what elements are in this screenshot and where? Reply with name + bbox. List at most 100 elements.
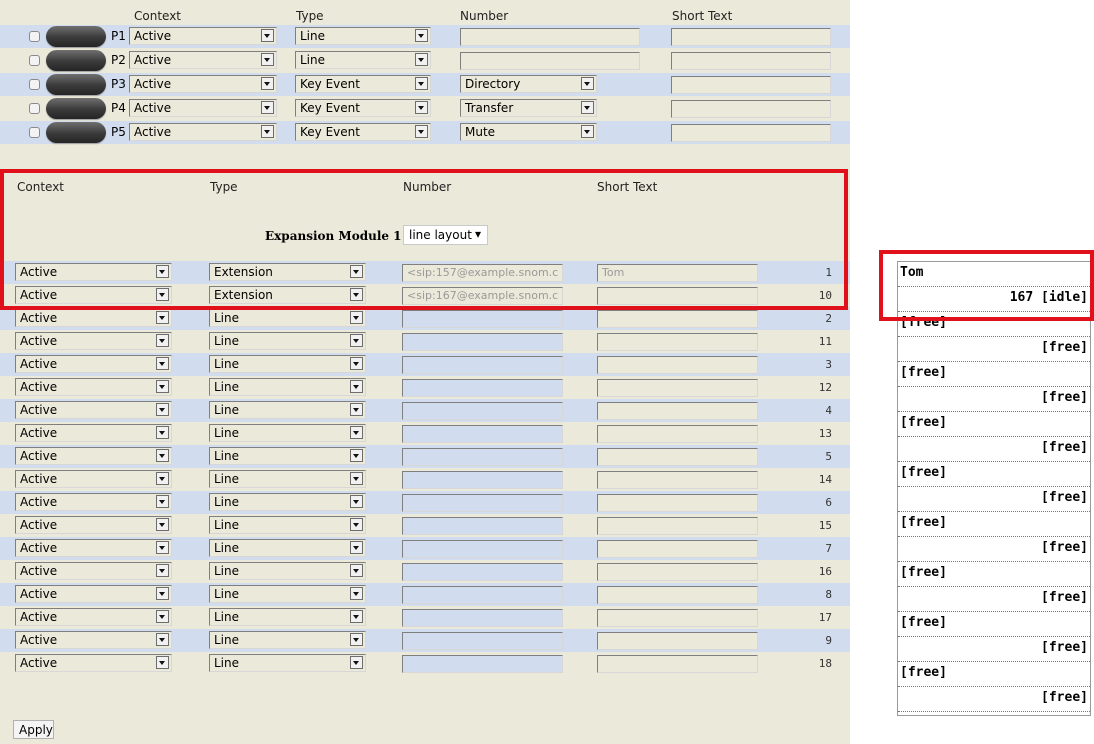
dropdown-arrow-icon[interactable]: [350, 564, 363, 577]
key-number-select[interactable]: Transfer: [460, 99, 597, 117]
dropdown-arrow-icon[interactable]: [350, 311, 363, 324]
key-context-select[interactable]: Active: [129, 75, 277, 93]
exp-context-select[interactable]: Active: [15, 332, 172, 350]
exp-type-select[interactable]: Line: [209, 470, 366, 488]
dropdown-arrow-icon[interactable]: [156, 380, 169, 393]
exp-type-select[interactable]: Line: [209, 631, 366, 649]
exp-short-text-field[interactable]: [597, 333, 758, 351]
dropdown-arrow-icon[interactable]: [261, 101, 274, 114]
exp-number-field[interactable]: [402, 517, 563, 535]
exp-type-select[interactable]: Line: [209, 309, 366, 327]
dropdown-arrow-icon[interactable]: [261, 125, 274, 138]
dropdown-arrow-icon[interactable]: [350, 403, 363, 416]
key-checkbox[interactable]: [29, 55, 40, 66]
exp-short-text-field[interactable]: [597, 517, 758, 535]
exp-number-field[interactable]: [402, 563, 563, 581]
dropdown-arrow-icon[interactable]: [156, 357, 169, 370]
exp-number-field[interactable]: [402, 471, 563, 489]
exp-type-select[interactable]: Line: [209, 355, 366, 373]
exp-short-text-field[interactable]: [597, 655, 758, 673]
key-checkbox[interactable]: [29, 127, 40, 138]
exp-type-select[interactable]: Line: [209, 332, 366, 350]
exp-short-text-field[interactable]: [597, 402, 758, 420]
exp-type-select[interactable]: Line: [209, 585, 366, 603]
key-short-text-field[interactable]: [671, 52, 831, 70]
exp-context-select[interactable]: Active: [15, 539, 172, 557]
dropdown-arrow-icon[interactable]: [350, 495, 363, 508]
dropdown-arrow-icon[interactable]: [156, 610, 169, 623]
exp-number-field[interactable]: [402, 379, 563, 397]
dropdown-arrow-icon[interactable]: [350, 610, 363, 623]
dropdown-arrow-icon[interactable]: [581, 125, 594, 138]
dropdown-arrow-icon[interactable]: [350, 380, 363, 393]
dropdown-arrow-icon[interactable]: [156, 449, 169, 462]
exp-type-select[interactable]: Line: [209, 562, 366, 580]
key-short-text-field[interactable]: [671, 100, 831, 118]
key-type-select[interactable]: Key Event: [295, 99, 431, 117]
key-type-select[interactable]: Line: [295, 51, 431, 69]
exp-short-text-field[interactable]: [597, 379, 758, 397]
dropdown-arrow-icon[interactable]: [156, 426, 169, 439]
exp-type-select[interactable]: Line: [209, 654, 366, 672]
dropdown-arrow-icon[interactable]: [156, 633, 169, 646]
dropdown-arrow-icon[interactable]: [415, 53, 428, 66]
key-checkbox[interactable]: [29, 31, 40, 42]
key-checkbox[interactable]: [29, 79, 40, 90]
key-number-select[interactable]: Directory: [460, 75, 597, 93]
exp-context-select[interactable]: Active: [15, 309, 172, 327]
exp-context-select[interactable]: Active: [15, 608, 172, 626]
key-type-select[interactable]: Key Event: [295, 123, 431, 141]
dropdown-arrow-icon[interactable]: [156, 403, 169, 416]
exp-short-text-field[interactable]: [597, 563, 758, 581]
key-context-select[interactable]: Active: [129, 51, 277, 69]
exp-context-select[interactable]: Active: [15, 516, 172, 534]
dropdown-arrow-icon[interactable]: [156, 311, 169, 324]
dropdown-arrow-icon[interactable]: [350, 656, 363, 669]
exp-number-field[interactable]: [402, 609, 563, 627]
dropdown-arrow-icon[interactable]: [350, 357, 363, 370]
exp-context-select[interactable]: Active: [15, 447, 172, 465]
exp-short-text-field[interactable]: [597, 471, 758, 489]
dropdown-arrow-icon[interactable]: [350, 334, 363, 347]
exp-short-text-field[interactable]: [597, 356, 758, 374]
exp-type-select[interactable]: Line: [209, 539, 366, 557]
exp-short-text-field[interactable]: [597, 425, 758, 443]
dropdown-arrow-icon[interactable]: [261, 77, 274, 90]
key-short-text-field[interactable]: [671, 76, 831, 94]
dropdown-arrow-icon[interactable]: [350, 633, 363, 646]
exp-number-field[interactable]: [402, 586, 563, 604]
dropdown-arrow-icon[interactable]: [156, 472, 169, 485]
dropdown-arrow-icon[interactable]: [350, 449, 363, 462]
dropdown-arrow-icon[interactable]: [415, 101, 428, 114]
dropdown-arrow-icon[interactable]: [261, 53, 274, 66]
dropdown-arrow-icon[interactable]: [156, 518, 169, 531]
exp-type-select[interactable]: Line: [209, 608, 366, 626]
dropdown-arrow-icon[interactable]: [415, 125, 428, 138]
exp-short-text-field[interactable]: [597, 632, 758, 650]
dropdown-arrow-icon[interactable]: [581, 77, 594, 90]
key-short-text-field[interactable]: [671, 124, 831, 142]
exp-number-field[interactable]: [402, 540, 563, 558]
key-number-select[interactable]: Mute: [460, 123, 597, 141]
exp-type-select[interactable]: Line: [209, 424, 366, 442]
key-number-field[interactable]: [460, 52, 640, 70]
exp-number-field[interactable]: [402, 494, 563, 512]
dropdown-arrow-icon[interactable]: [261, 29, 274, 42]
dropdown-arrow-icon[interactable]: [415, 77, 428, 90]
dropdown-arrow-icon[interactable]: [350, 541, 363, 554]
dropdown-arrow-icon[interactable]: [350, 518, 363, 531]
exp-short-text-field[interactable]: [597, 448, 758, 466]
key-context-select[interactable]: Active: [129, 27, 277, 45]
key-short-text-field[interactable]: [671, 28, 831, 46]
dropdown-arrow-icon[interactable]: [415, 29, 428, 42]
dropdown-arrow-icon[interactable]: [350, 587, 363, 600]
exp-context-select[interactable]: Active: [15, 355, 172, 373]
key-type-select[interactable]: Line: [295, 27, 431, 45]
key-type-select[interactable]: Key Event: [295, 75, 431, 93]
exp-context-select[interactable]: Active: [15, 631, 172, 649]
exp-type-select[interactable]: Line: [209, 447, 366, 465]
dropdown-arrow-icon[interactable]: [350, 472, 363, 485]
key-context-select[interactable]: Active: [129, 99, 277, 117]
dropdown-arrow-icon[interactable]: [156, 564, 169, 577]
exp-number-field[interactable]: [402, 310, 563, 328]
